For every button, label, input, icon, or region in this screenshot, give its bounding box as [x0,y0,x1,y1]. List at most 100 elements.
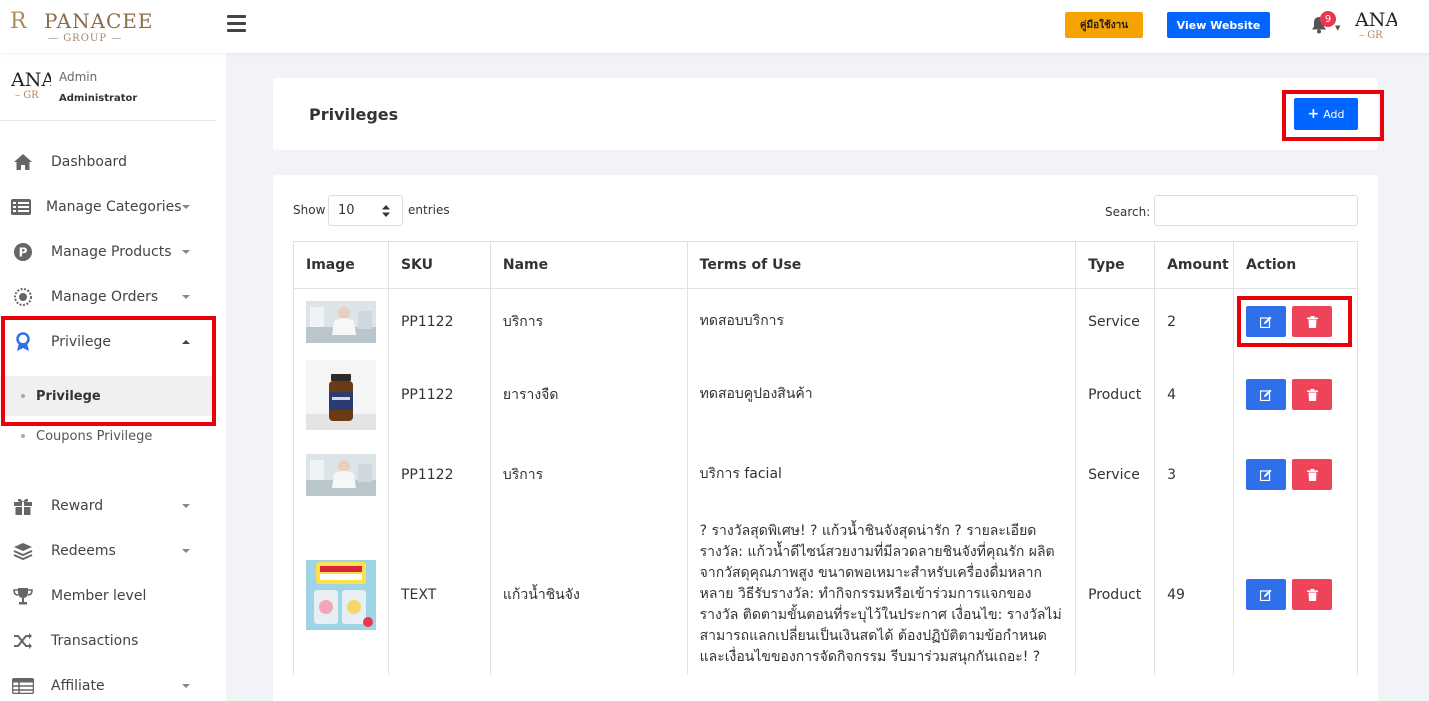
edit-button[interactable] [1246,379,1287,410]
sidebar-item-label: Manage Categories [46,199,182,215]
column-header[interactable]: Image [293,241,389,289]
delete-button[interactable] [1292,379,1333,410]
list-icon [10,197,32,217]
trophy-icon [12,586,34,606]
sidebar-item-dashboard[interactable]: Dashboard [0,140,226,184]
avatar-text: ANA [11,70,51,91]
table-row: TEXT แก้วน้ำชินจัง ? รางวัลสุดพิเศษ! ? แ… [293,514,1358,675]
terms-cell: ทดสอบคูปองสินค้า [686,354,1077,435]
terms-cell: ทดสอบบริการ [686,288,1077,355]
svg-text:P: P [19,246,28,260]
woman-photo [306,453,376,496]
amount-cell: 3 [1154,434,1235,515]
table-row: PP1122 ยารางจืด ทดสอบคูปองสินค้า Product… [293,354,1358,435]
name-cell: บริการ [489,434,688,515]
page-title: Privileges [309,105,399,124]
chevron-down-icon [182,504,190,508]
view-website-button[interactable]: View Website [1167,12,1270,38]
entries-select-value: 10 [338,203,355,218]
user-title: Administrator [59,93,138,104]
show-label: Show [293,203,326,217]
entries-label: entries [408,203,450,217]
avatar-sub: – GR [15,90,39,101]
top-header: R PANACEE — GROUP — คู่มือใช้งาน View We… [0,0,1429,53]
column-header[interactable]: Terms of Use [686,241,1077,289]
terms-cell: ? รางวัลสุดพิเศษ! ? แก้วน้ำชินจังสุดน่าร… [686,514,1077,675]
highlight-box-add [1282,90,1384,141]
panacee-logo[interactable]: R PANACEE — GROUP — [10,7,153,45]
sidebar-item-label: Redeems [51,543,116,559]
logo-sub-label: GROUP [63,33,108,44]
sidebar-item-reward[interactable]: Reward [0,484,226,528]
product-p-icon: P [12,242,34,262]
trash-icon [1306,588,1318,601]
action-cell [1233,354,1358,435]
logo-brand-text: PANACEE [44,9,154,33]
edit-button[interactable] [1246,579,1287,610]
sidebar-item-manage-products[interactable]: P Manage Products [0,230,226,274]
delete-button[interactable] [1292,579,1333,610]
highlight-box-actions [1237,296,1352,347]
woman-photo [306,300,376,343]
table-row: PP1122 บริการ บริการ facial Service 3 [293,434,1358,515]
name-cell: บริการ [489,288,688,355]
sidebar-item-label: Reward [51,498,104,514]
amount-cell: 4 [1154,354,1235,435]
bottle-photo [306,359,376,430]
sidebar-item-label: Manage Orders [51,289,159,305]
column-header[interactable]: Action [1233,241,1358,289]
menu-toggle-icon[interactable] [227,15,246,33]
column-header[interactable]: Type [1075,241,1156,289]
search-input[interactable] [1154,195,1358,226]
avatar-sub-label: GR [23,90,39,101]
sidebar-item-label: Manage Products [51,244,172,260]
sku-cell: PP1122 [387,434,491,515]
type-cell: Service [1075,434,1156,515]
select-arrows-icon [382,205,390,217]
logo-sub-text: — GROUP — [48,33,123,44]
entries-select[interactable]: 10 [328,195,403,226]
avatar-sub-label: GR [1367,30,1383,41]
sidebar-user-box: ANA – GR Admin Administrator [0,53,216,121]
column-header[interactable]: Amount [1154,241,1235,289]
column-header[interactable]: Name [489,241,688,289]
sidebar-item-redeems[interactable]: Redeems [0,529,226,573]
sidebar-item-label: Member level [51,588,147,604]
chevron-down-icon [182,295,190,299]
amount-cell: 49 [1154,514,1235,675]
action-cell [1233,514,1358,675]
avatar: ANA – GR [11,70,51,106]
sidebar-item-affiliate[interactable]: Affiliate [0,664,226,701]
orders-icon [12,287,34,307]
shuffle-icon [12,631,34,651]
table-icon [12,676,34,696]
glass-promo-photo [306,559,376,630]
search-label: Search: [1105,205,1151,219]
sidebar-item-manage-categories[interactable]: Manage Categories [0,185,226,229]
layers-icon [12,541,34,561]
table-header-row: Image SKU Name Terms of Use Type Amount … [293,241,1358,289]
home-icon [12,152,34,172]
delete-button[interactable] [1292,459,1333,490]
sidebar-item-manage-orders[interactable]: Manage Orders [0,275,226,319]
logo-monogram-icon: R [10,9,27,34]
chevron-down-icon [182,250,190,254]
sidebar-item-label: Affiliate [51,678,105,694]
chevron-down-icon [182,549,190,553]
sidebar-item-transactions[interactable]: Transactions [0,619,226,663]
sidebar-item-member-level[interactable]: Member level [0,574,226,618]
column-header[interactable]: SKU [387,241,491,289]
type-cell: Product [1075,354,1156,435]
chevron-down-icon[interactable]: ▼ [1335,24,1340,32]
trash-icon [1306,388,1318,401]
trash-icon [1306,468,1318,481]
terms-cell: บริการ facial [686,434,1077,515]
sku-cell: PP1122 [387,288,491,355]
sku-cell: PP1122 [387,354,491,435]
edit-icon [1260,389,1272,401]
edit-icon [1260,469,1272,481]
table-row: PP1122 บริการ ทดสอบบริการ Service 2 [293,288,1358,355]
edit-button[interactable] [1246,459,1287,490]
manual-button[interactable]: คู่มือใช้งาน [1065,12,1143,38]
user-avatar[interactable]: ANA – GR [1355,10,1397,46]
